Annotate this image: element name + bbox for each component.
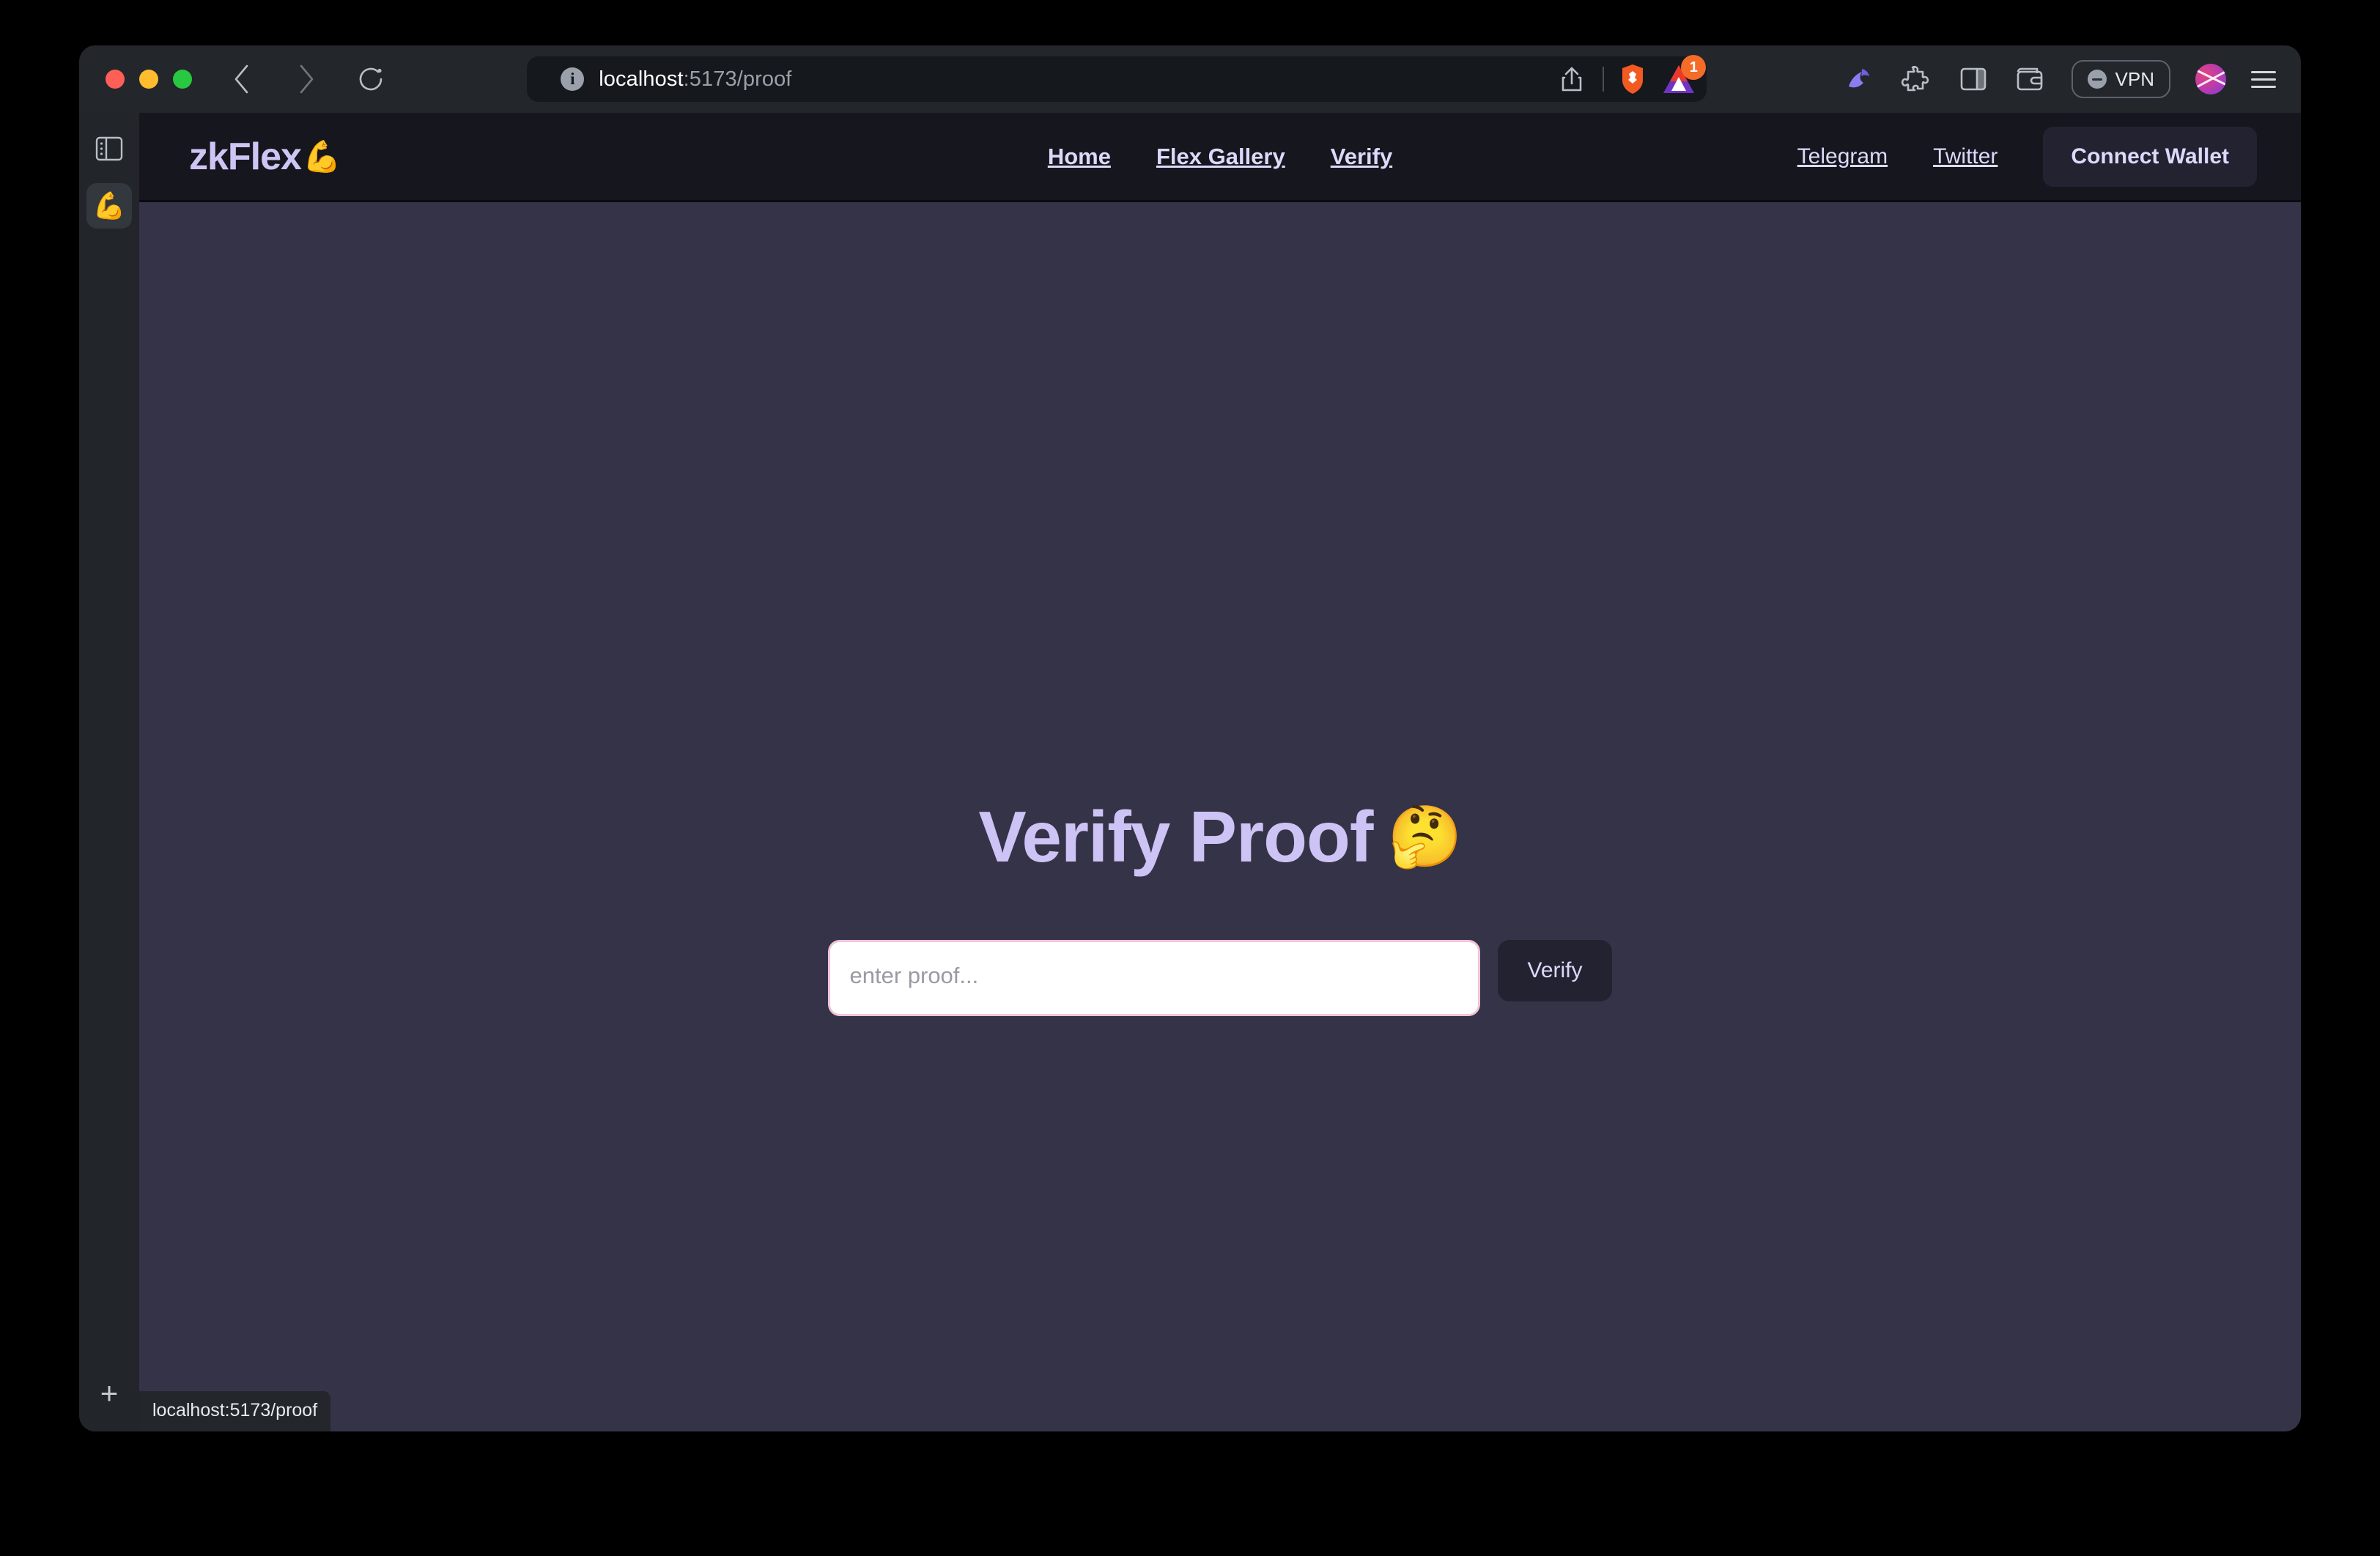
extensions-button[interactable] (1900, 63, 1932, 95)
nav-verify[interactable]: Verify (1331, 144, 1392, 170)
puzzle-piece-icon (1901, 65, 1929, 92)
flexed-biceps-icon: 💪 (92, 190, 126, 221)
hamburger-line (2251, 78, 2276, 81)
address-bar-actions: 1 (1556, 55, 1707, 95)
navigation-controls (226, 63, 387, 95)
browser-window: i localhost:5173/proof 1 VPN 💪 + zkFlex … (79, 45, 2301, 1431)
chevron-left-icon (234, 64, 248, 94)
flexed-biceps-icon: 💪 (302, 138, 341, 174)
brand-text: zkFlex (189, 135, 302, 178)
site-header: zkFlex 💪 Home Flex Gallery Verify Telegr… (139, 113, 2301, 202)
browser-menu-button[interactable] (2251, 70, 2276, 88)
connect-wallet-button[interactable]: Connect Wallet (2043, 126, 2257, 187)
proof-input[interactable] (828, 940, 1481, 1016)
page-title-text: Verify Proof (978, 796, 1373, 877)
share-icon (1562, 67, 1582, 92)
url-host: localhost (599, 67, 684, 91)
close-window-button[interactable] (106, 70, 125, 89)
address-bar[interactable]: i localhost:5173/proof 1 (527, 55, 1707, 102)
leo-ai-icon (1848, 69, 1869, 88)
nav-home[interactable]: Home (1048, 144, 1111, 170)
back-button[interactable] (226, 63, 258, 95)
new-tab-button[interactable]: + (89, 1373, 130, 1414)
vpn-label: VPN (2115, 67, 2154, 90)
nav-flex-gallery[interactable]: Flex Gallery (1156, 144, 1285, 170)
verify-proof-form: Verify (828, 940, 1612, 1016)
browser-body: 💪 + zkFlex 💪 Home Flex Gallery Verify Te… (79, 113, 2301, 1431)
brave-shields-button[interactable] (1619, 64, 1647, 95)
wallet-button[interactable] (2014, 63, 2047, 95)
brave-rewards-button[interactable]: 1 (1661, 55, 1707, 95)
site-info-icon[interactable]: i (561, 67, 585, 91)
minimize-window-button[interactable] (139, 70, 158, 89)
toolbar-divider (1603, 67, 1605, 92)
vertical-tab-strip: 💪 + (79, 113, 139, 1431)
header-right-actions: Telegram Twitter Connect Wallet (1797, 126, 2257, 187)
social-twitter[interactable]: Twitter (1933, 144, 1998, 169)
rewards-badge: 1 (1681, 55, 1707, 80)
vpn-status-icon (2087, 70, 2107, 89)
leo-ai-button[interactable] (1843, 63, 1875, 95)
share-button[interactable] (1556, 63, 1588, 95)
forward-button[interactable] (290, 63, 322, 95)
sidebar-tab-zkflex[interactable]: 💪 (86, 183, 132, 229)
reload-button[interactable] (355, 63, 387, 95)
verify-button[interactable]: Verify (1498, 940, 1612, 1001)
chevron-right-icon (300, 64, 314, 94)
window-controls (106, 70, 192, 89)
profile-avatar[interactable] (2195, 64, 2226, 95)
page-content: Verify Proof 🤔 Verify (139, 202, 2301, 1431)
url-text: localhost:5173/proof (599, 67, 791, 92)
social-telegram[interactable]: Telegram (1797, 144, 1888, 169)
hamburger-line (2251, 70, 2276, 73)
maximize-window-button[interactable] (173, 70, 192, 89)
web-page: zkFlex 💪 Home Flex Gallery Verify Telegr… (139, 113, 2301, 1431)
verify-proof-hero: Verify Proof 🤔 Verify (139, 796, 2301, 1016)
vpn-button[interactable]: VPN (2071, 60, 2170, 98)
url-path: :5173/proof (683, 67, 792, 91)
wallet-icon (2017, 67, 2042, 91)
sidebar-panel-button[interactable] (1957, 63, 1989, 95)
brave-lion-icon (1622, 64, 1644, 94)
site-logo[interactable]: zkFlex 💪 (189, 135, 341, 179)
address-bar-area: i localhost:5173/proof 1 (421, 55, 1814, 102)
link-preview-status: localhost:5173/proof (139, 1391, 331, 1431)
reload-icon (359, 67, 382, 91)
sidebar-panel-icon (1960, 67, 1986, 91)
main-nav: Home Flex Gallery Verify (1048, 144, 1392, 170)
toggle-sidebar-button[interactable] (86, 126, 132, 171)
thinking-face-icon: 🤔 (1387, 803, 1462, 870)
sidebar-toggle-icon (95, 136, 123, 161)
hamburger-line (2251, 85, 2276, 88)
browser-toolbar: i localhost:5173/proof 1 VPN (79, 45, 2301, 113)
toolbar-right-actions: VPN (1843, 60, 2282, 98)
page-title: Verify Proof 🤔 (978, 796, 1462, 878)
